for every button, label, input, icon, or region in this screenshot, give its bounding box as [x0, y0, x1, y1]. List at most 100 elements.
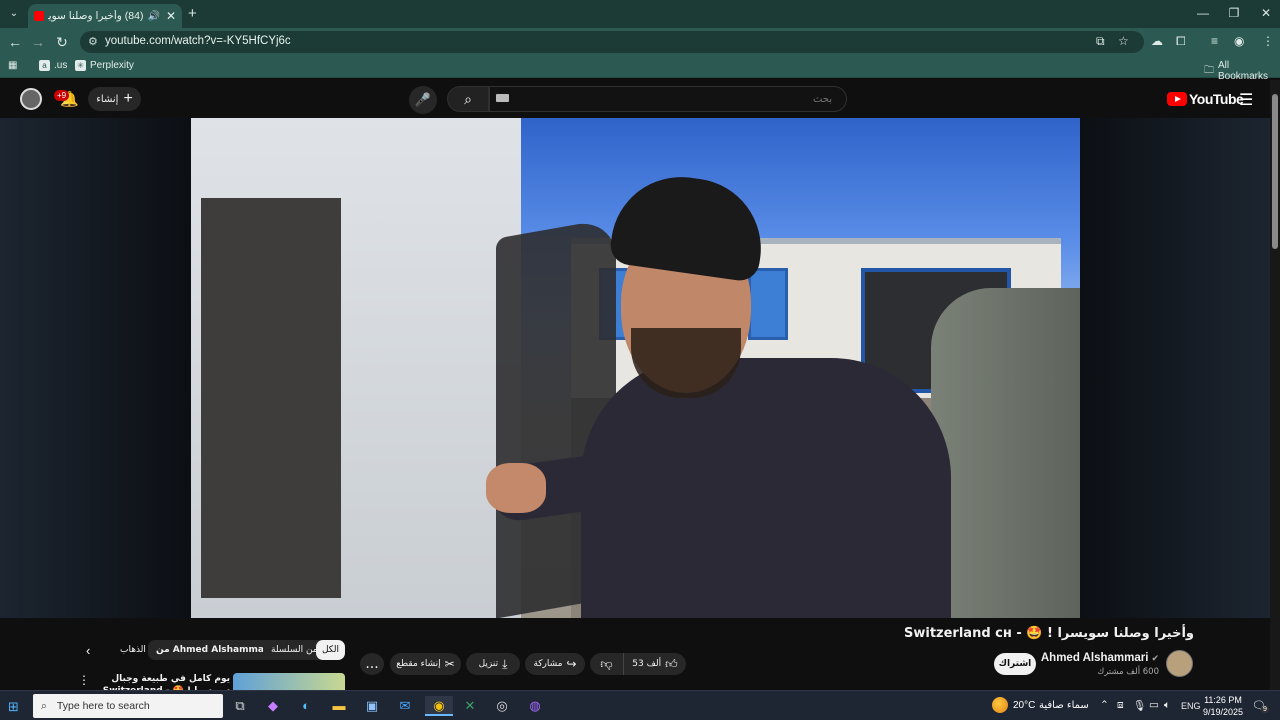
network-icon[interactable]: ▭: [1149, 699, 1159, 711]
task-view-icon[interactable]: ⧉: [229, 696, 251, 716]
like-button[interactable]: 53 ألف 👍︎: [624, 653, 686, 675]
minimize-icon[interactable]: —: [1193, 6, 1213, 20]
extensions-puzzle-icon[interactable]: ⧠: [1176, 34, 1186, 49]
scrollbar-thumb[interactable]: [1272, 94, 1278, 249]
like-count: 53 ألف: [632, 659, 662, 669]
person-fist: [486, 463, 546, 513]
channel-avatar[interactable]: [1166, 650, 1193, 677]
account-avatar[interactable]: [20, 88, 42, 110]
bookmark-amazon[interactable]: a .us: [39, 60, 67, 71]
tray-mic-icon[interactable]: 🎙︎: [1133, 699, 1146, 712]
tab-title: (84) وأخيرا وصلنا سويسرا: [48, 10, 144, 22]
all-bookmarks[interactable]: 🗀 All Bookmarks: [1204, 60, 1280, 82]
chips-prev-chevron-icon[interactable]: ‹: [86, 643, 90, 658]
search-input[interactable]: [489, 86, 847, 112]
video-player[interactable]: [0, 118, 1270, 618]
windows-taskbar: ⊞ ⌕ Type here to search ⧉ ◆ ◐ ▬ ▣ ✉ ◉ ✕ …: [0, 690, 1280, 720]
chip-all[interactable]: الكل: [316, 640, 345, 660]
youtube-favicon-icon: [34, 11, 44, 21]
create-button[interactable]: إنشاء +: [88, 87, 141, 111]
audio-icon: 🔊: [147, 10, 160, 22]
windows-start-icon[interactable]: ⊞: [8, 699, 19, 715]
browser-menu-icon[interactable]: ⋮: [1262, 34, 1274, 48]
volume-icon[interactable]: 🔈︎: [1164, 699, 1170, 712]
rec-more-icon[interactable]: ⋮: [78, 673, 90, 687]
download-icon: ⤓: [502, 656, 508, 671]
search-icon: ⌕: [41, 699, 47, 712]
tray-app-icon[interactable]: ⧈: [1117, 699, 1124, 712]
extension-cloud-icon[interactable]: ☁: [1151, 34, 1163, 48]
store-icon[interactable]: ▣: [361, 696, 383, 716]
reload-icon[interactable]: ↻: [53, 33, 71, 51]
window-close-icon[interactable]: ✕: [1256, 6, 1276, 20]
search-icon: ⌕: [464, 91, 472, 107]
building-window: [748, 268, 788, 340]
search-button[interactable]: ⌕: [447, 86, 489, 112]
chip-from-channel[interactable]: من Ahmed Alshammari: [148, 640, 280, 660]
subscribe-button[interactable]: اشتراك: [994, 653, 1036, 675]
plus-icon: +: [123, 90, 133, 107]
weather-sun-icon[interactable]: [992, 697, 1008, 713]
bookmark-perplexity[interactable]: ✳ Perplexity: [75, 60, 134, 71]
bookmarks-bar: ▦ a .us ✳ Perplexity 🗀 All Bookmarks: [0, 56, 1280, 82]
tab-search-icon[interactable]: ⌄: [6, 6, 22, 22]
youtube-play-icon: [1167, 92, 1187, 106]
browser-tab[interactable]: (84) وأخيرا وصلنا سويسرا 🔊 ✕: [28, 4, 182, 28]
scissors-icon: ✂: [444, 657, 455, 671]
thumbs-down-icon: 👎︎: [600, 656, 613, 671]
share-arrow-icon: ↪: [566, 657, 577, 671]
recommended-video-thumbnail[interactable]: [233, 673, 345, 690]
voice-search-mic-icon[interactable]: 🎤: [409, 86, 437, 114]
obs-icon[interactable]: ◎: [491, 696, 513, 716]
amazon-icon: a: [39, 60, 50, 71]
thumbs-up-icon: 👍︎: [665, 656, 678, 671]
address-bar[interactable]: ⚙ youtube.com/watch?v=-KY5HfCYj6c ⧉ ☆: [80, 31, 1144, 53]
notification-badge: +9: [54, 90, 70, 101]
taskbar-clock[interactable]: 11:26 PM 9/19/2025: [1200, 694, 1246, 718]
excel-icon[interactable]: ✕: [458, 696, 482, 716]
copilot-icon[interactable]: ◆: [262, 696, 284, 716]
keyboard-icon[interactable]: [496, 94, 509, 102]
video-frame[interactable]: [191, 118, 1080, 618]
back-icon[interactable]: ←: [6, 33, 24, 51]
notification-count: 9: [1261, 706, 1269, 713]
language-indicator[interactable]: ENG: [1181, 701, 1201, 711]
watch-metadata: وأخيرا وصلنا سويسرا ! 🤩 - Switzerland ᴄʜ…: [0, 618, 1270, 708]
chrome-icon[interactable]: ◉: [425, 696, 453, 716]
browser-tab-bar: ⌄ (84) وأخيرا وصلنا سويسرا 🔊 ✕ + — ❐ ✕: [0, 0, 1280, 28]
dislike-button[interactable]: 👎︎: [590, 653, 624, 675]
tab-close-icon[interactable]: ✕: [166, 9, 176, 23]
apps-grid-icon[interactable]: ▦: [8, 60, 17, 71]
taskbar-search[interactable]: ⌕ Type here to search: [33, 694, 223, 718]
more-actions-button[interactable]: ...: [360, 653, 384, 675]
parked-car: [931, 288, 1080, 618]
perplexity-icon: ✳: [75, 60, 86, 71]
file-explorer-icon[interactable]: ▬: [328, 696, 350, 716]
install-app-icon[interactable]: ⧉: [1096, 34, 1105, 49]
tray-chevron-icon[interactable]: ⌃: [1100, 699, 1109, 711]
clip-button[interactable]: إنشاء مقطع ✂: [390, 653, 461, 675]
share-button[interactable]: مشاركة ↪: [525, 653, 585, 675]
download-button[interactable]: تنزيل ⤓: [466, 653, 520, 675]
van-interior: [201, 198, 341, 598]
media-control-icon[interactable]: ≡: [1211, 34, 1218, 48]
outlook-icon[interactable]: ✉: [394, 696, 416, 716]
messenger-icon[interactable]: ◍: [524, 696, 546, 716]
page-scrollbar[interactable]: [1270, 80, 1280, 690]
guide-menu-icon[interactable]: ☰: [1239, 90, 1253, 110]
weather-desc[interactable]: سماء صافية: [1039, 700, 1089, 711]
verified-check-icon: ✔: [1151, 652, 1159, 663]
new-tab-button[interactable]: +: [188, 5, 197, 22]
profile-icon[interactable]: ◉: [1234, 34, 1244, 48]
weather-temp[interactable]: 20°C: [1013, 700, 1035, 711]
bookmark-star-icon[interactable]: ☆: [1118, 34, 1129, 48]
edge-icon[interactable]: ◐: [295, 696, 317, 716]
site-info-icon[interactable]: ⚙: [88, 35, 98, 48]
channel-name[interactable]: Ahmed Alshammari ✔: [1041, 652, 1159, 664]
create-label: إنشاء: [96, 93, 119, 105]
forward-icon[interactable]: →: [29, 33, 47, 51]
video-title: وأخيرا وصلنا سويسرا ! 🤩 - Switzerland ᴄʜ: [904, 626, 1194, 641]
restore-icon[interactable]: ❐: [1224, 6, 1244, 20]
browser-toolbar: ← → ↻ ⚙ youtube.com/watch?v=-KY5HfCYj6c …: [0, 28, 1280, 56]
youtube-logo[interactable]: YouTube: [1167, 91, 1244, 107]
